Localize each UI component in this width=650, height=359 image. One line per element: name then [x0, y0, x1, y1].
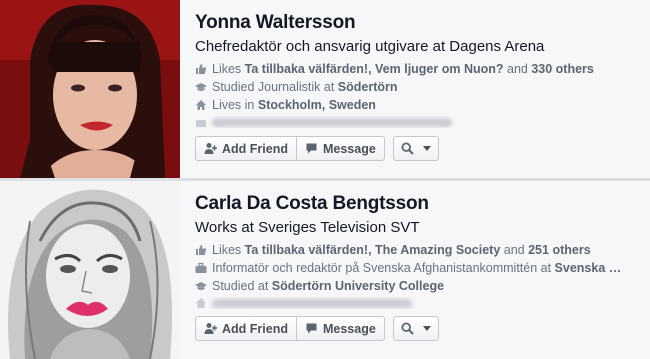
result-card: Carla Da Costa Bengtsson Works at Sverig… [0, 181, 650, 359]
likes-and: and [503, 62, 532, 76]
liked-page-link[interactable]: Vem ljuger om Nuon? [375, 62, 504, 76]
add-friend-icon [204, 322, 217, 335]
likes-others-link[interactable]: 251 others [528, 243, 591, 257]
work-line: Informatör och redaktör på Svenska Afgha… [195, 261, 642, 275]
studied-line: Studied Journalistik at Södertörn [195, 80, 642, 94]
result-card: Yonna Waltersson Chefredaktör och ansvar… [0, 0, 650, 178]
studied-prefix: Studied at [212, 279, 272, 293]
likes-prefix: Likes [212, 62, 245, 76]
add-friend-button[interactable]: Add Friend [195, 316, 297, 341]
work-prefix: Informatör och redaktör på Svenska Afgha… [212, 261, 555, 275]
add-friend-button[interactable]: Add Friend [195, 136, 297, 161]
message-button[interactable]: Message [296, 136, 385, 161]
likes-line: Likes Ta tillbaka välfärden! , Vem ljuge… [195, 62, 642, 76]
house-icon [195, 99, 207, 111]
search-results: Yonna Waltersson Chefredaktör och ansvar… [0, 0, 650, 359]
message-icon [305, 322, 318, 335]
organization-link[interactable]: Svenska … [555, 261, 622, 275]
graduation-cap-icon [195, 280, 207, 292]
location-link[interactable]: Stockholm, Sweden [258, 98, 376, 112]
studied-prefix: Studied Journalistik at [212, 80, 338, 94]
action-buttons: Add Friend Message [195, 136, 439, 161]
lives-prefix: Lives in [212, 98, 258, 112]
likes-separator: , [368, 243, 376, 257]
search-icon [401, 142, 414, 155]
search-icon [401, 322, 414, 335]
liked-page-link[interactable]: Ta tillbaka välfärden! [245, 243, 368, 257]
message-label: Message [322, 321, 376, 336]
briefcase-icon [195, 262, 207, 274]
likes-line: Likes Ta tillbaka välfärden! , The Amazi… [195, 243, 642, 257]
graduation-cap-icon [195, 81, 207, 93]
thumbs-up-icon [195, 63, 207, 75]
liked-page-link[interactable]: Ta tillbaka välfärden! [245, 62, 368, 76]
school-link[interactable]: Södertörn University College [272, 279, 444, 293]
thumbs-up-icon [195, 244, 207, 256]
profile-name-link[interactable]: Carla Da Costa Bengtsson [195, 193, 642, 215]
school-link[interactable]: Södertörn [338, 80, 398, 94]
action-buttons: Add Friend Message [195, 316, 439, 341]
likes-separator: , [368, 62, 376, 76]
likes-and: and [500, 243, 529, 257]
liked-page-link[interactable]: The Amazing Society [375, 243, 500, 257]
profile-subtitle: Chefredaktör och ansvarig utgivare at Da… [195, 38, 545, 55]
studied-line: Studied at Södertörn University College [195, 279, 642, 293]
likes-prefix: Likes [212, 243, 245, 257]
redacted-line [195, 116, 642, 128]
likes-others-link[interactable]: 330 others [531, 62, 594, 76]
blurred-text [212, 298, 412, 308]
add-friend-label: Add Friend [222, 321, 288, 336]
profile-photo[interactable] [0, 181, 180, 359]
message-label: Message [322, 141, 376, 156]
message-button[interactable]: Message [296, 316, 385, 341]
blurred-text [212, 117, 452, 127]
more-options-button[interactable] [392, 136, 439, 161]
add-friend-icon [204, 142, 217, 155]
briefcase-icon [195, 116, 207, 128]
more-options-button[interactable] [392, 316, 439, 341]
profile-name-link[interactable]: Yonna Waltersson [195, 12, 642, 34]
add-friend-label: Add Friend [222, 141, 288, 156]
house-icon [195, 297, 207, 309]
message-icon [305, 142, 318, 155]
redacted-line [195, 297, 642, 309]
profile-subtitle: Works at Sveriges Television SVT [195, 219, 420, 236]
chevron-down-icon [422, 326, 431, 331]
lives-line: Lives in Stockholm, Sweden [195, 98, 642, 112]
chevron-down-icon [422, 146, 431, 151]
profile-photo[interactable] [0, 0, 180, 178]
